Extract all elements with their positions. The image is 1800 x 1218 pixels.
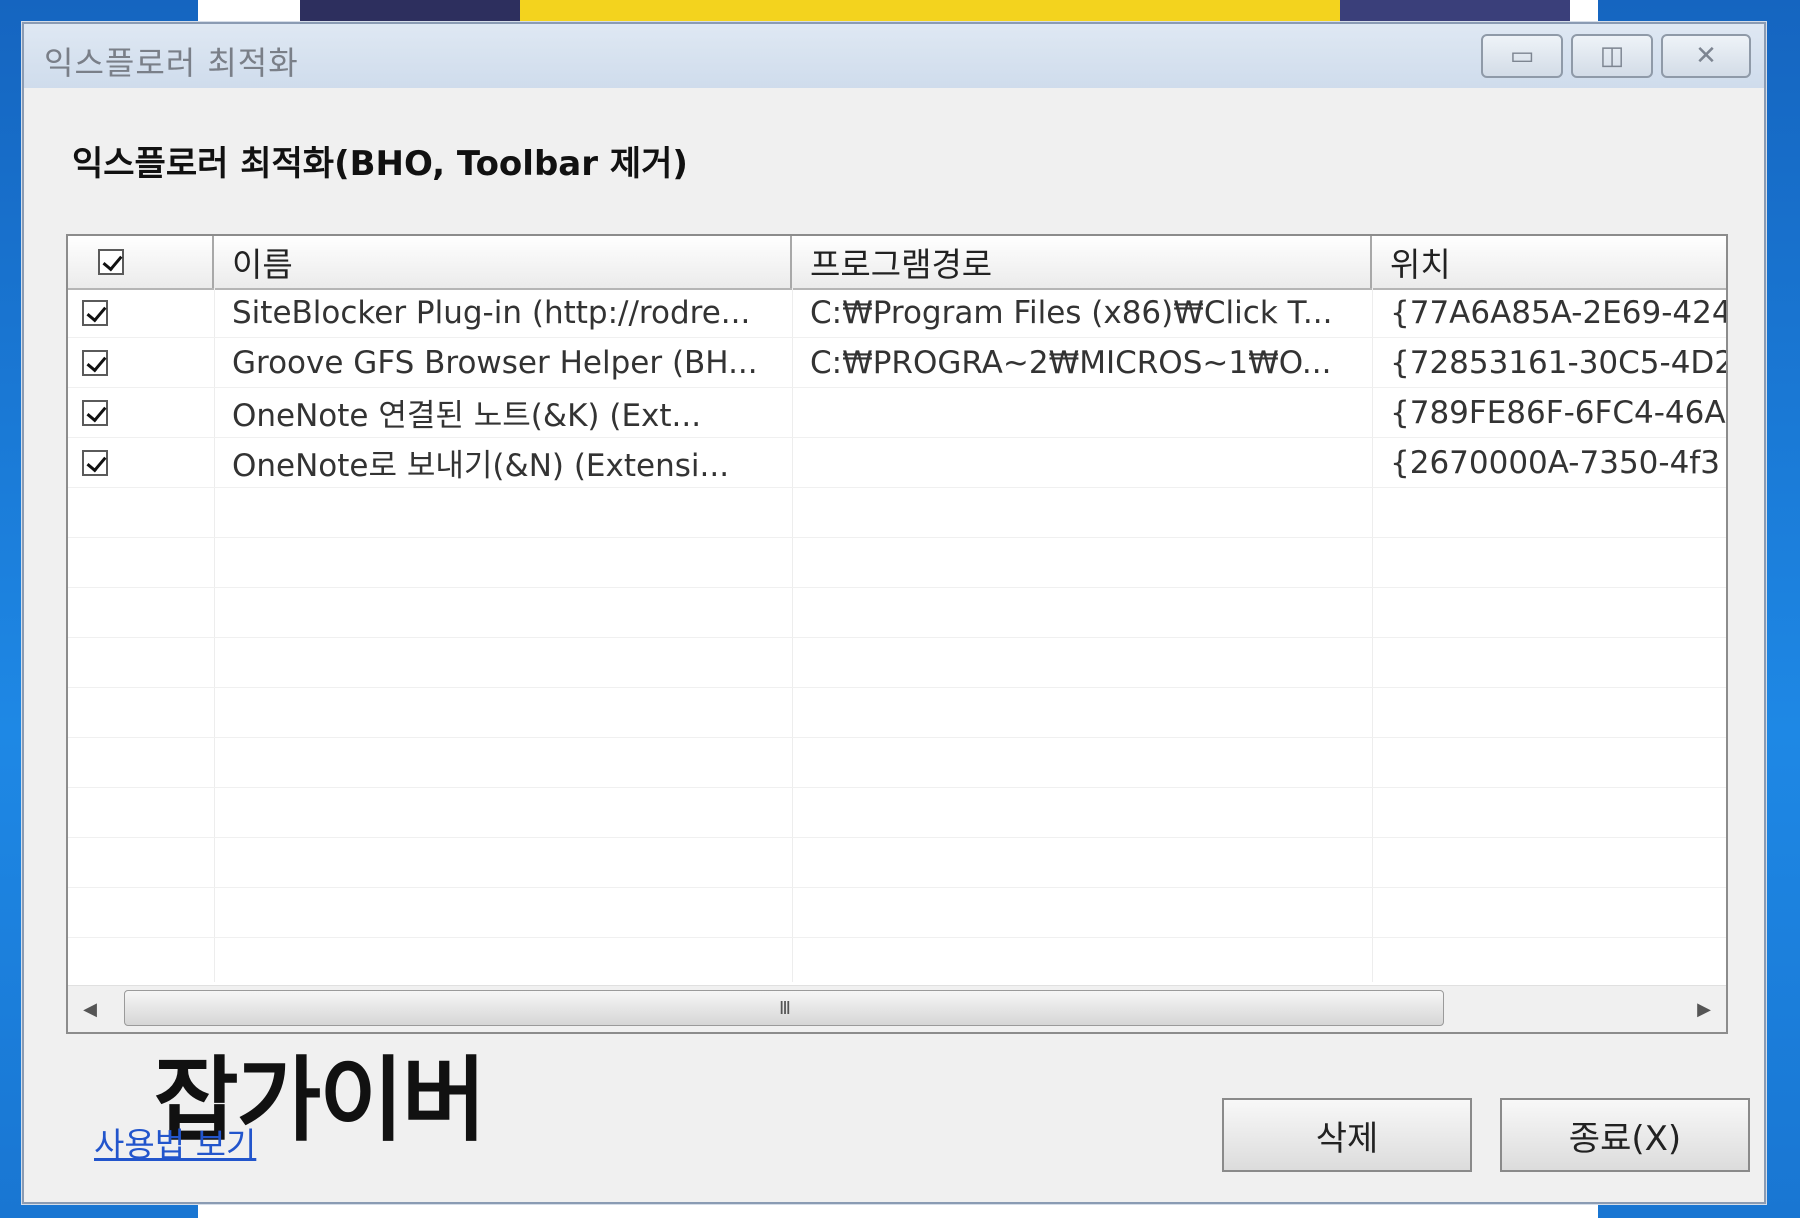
- maximize-icon: ◫: [1599, 41, 1625, 71]
- list-body: SiteBlocker Plug-in (http://rodre... C:₩…: [68, 288, 1728, 988]
- background-banner: [520, 0, 1340, 22]
- row-location: {2670000A-7350-4f3: [1390, 444, 1720, 481]
- empty-row: [68, 788, 1726, 838]
- chevron-right-icon: ▶: [1697, 998, 1711, 1020]
- column-header-check[interactable]: [68, 236, 214, 288]
- grip-icon: III: [779, 997, 791, 1019]
- minimize-button[interactable]: ▭: [1481, 34, 1563, 78]
- background-banner: [1340, 0, 1570, 22]
- window-title: 익스플로러 최적화: [44, 44, 299, 82]
- close-button[interactable]: ✕: [1661, 34, 1751, 78]
- empty-row: [68, 488, 1726, 538]
- help-link[interactable]: 사용법 보기: [94, 1118, 256, 1166]
- scroll-left-button[interactable]: ◀: [68, 986, 112, 1032]
- row-path: C:₩PROGRA~2₩MICROS~1₩O...: [810, 344, 1332, 381]
- row-checkbox[interactable]: [82, 349, 108, 376]
- column-header-name[interactable]: 이름: [214, 236, 792, 288]
- select-all-checkbox[interactable]: [98, 249, 124, 275]
- list-row[interactable]: OneNote 연결된 노트(&K) (Ext... {789FE86F-6FC…: [68, 388, 1726, 438]
- row-location: {72853161-30C5-4D2: [1390, 344, 1728, 381]
- minimize-icon: ▭: [1509, 41, 1535, 71]
- empty-row: [68, 888, 1726, 938]
- list-row[interactable]: SiteBlocker Plug-in (http://rodre... C:₩…: [68, 288, 1728, 338]
- list-row[interactable]: Groove GFS Browser Helper (BH... C:₩PROG…: [68, 338, 1728, 388]
- empty-row: [68, 738, 1726, 788]
- empty-row: [68, 538, 1726, 588]
- row-name: SiteBlocker Plug-in (http://rodre...: [232, 294, 751, 331]
- empty-row: [68, 638, 1726, 688]
- row-location: {789FE86F-6FC4-46A: [1390, 394, 1726, 431]
- row-checkbox[interactable]: [82, 299, 108, 326]
- maximize-button[interactable]: ◫: [1571, 34, 1653, 78]
- column-header-path[interactable]: 프로그램경로: [792, 236, 1372, 288]
- row-name: Groove GFS Browser Helper (BH...: [232, 344, 758, 381]
- empty-row: [68, 938, 1726, 988]
- background-banner: [300, 0, 540, 22]
- list-header: 이름 프로그램경로 위치: [68, 236, 1726, 290]
- row-path: [810, 388, 1370, 437]
- addon-list[interactable]: 이름 프로그램경로 위치 SiteBlocker Plug-in (http:/…: [66, 234, 1728, 1034]
- delete-button[interactable]: 삭제: [1222, 1098, 1472, 1172]
- page-title: 익스플로러 최적화(BHO, Toolbar 제거): [72, 144, 688, 184]
- scroll-thumb[interactable]: III: [124, 990, 1444, 1026]
- empty-row: [68, 688, 1726, 738]
- empty-row: [68, 838, 1726, 888]
- row-name: OneNote 연결된 노트(&K) (Ext...: [232, 398, 702, 434]
- scroll-right-button[interactable]: ▶: [1682, 986, 1726, 1032]
- empty-row: [68, 588, 1726, 638]
- close-icon: ✕: [1695, 41, 1717, 71]
- row-checkbox[interactable]: [82, 449, 108, 476]
- row-checkbox[interactable]: [82, 399, 108, 426]
- row-location: {77A6A85A-2E69-424: [1390, 294, 1728, 331]
- list-row[interactable]: OneNote로 보내기(&N) (Extensi... {2670000A-7…: [68, 438, 1726, 488]
- exit-button[interactable]: 종료(X): [1500, 1098, 1750, 1172]
- column-header-location[interactable]: 위치: [1372, 236, 1726, 288]
- optimizer-dialog: 익스플로러 최적화 ▭ ◫ ✕ 익스플로러 최적화(BHO, Toolbar 제…: [22, 22, 1766, 1204]
- row-path: [810, 438, 1370, 487]
- chevron-left-icon: ◀: [83, 998, 97, 1020]
- row-name: OneNote로 보내기(&N) (Extensi...: [232, 448, 730, 484]
- horizontal-scrollbar[interactable]: ◀ III ▶: [68, 985, 1726, 1032]
- row-path: C:₩Program Files (x86)₩Click T...: [810, 294, 1333, 331]
- title-bar[interactable]: 익스플로러 최적화 ▭ ◫ ✕: [24, 24, 1764, 88]
